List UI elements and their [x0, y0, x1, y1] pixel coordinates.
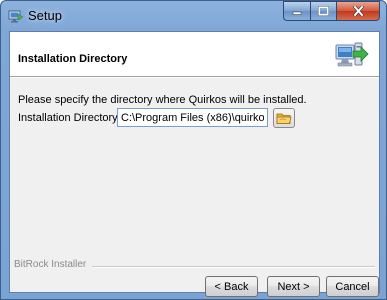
- directory-input[interactable]: [117, 108, 268, 127]
- caption-buttons: [283, 1, 380, 21]
- page-title: Installation Directory: [18, 53, 128, 65]
- cancel-button[interactable]: Cancel: [326, 276, 379, 297]
- minimize-button[interactable]: [283, 1, 310, 21]
- window-title: Setup: [28, 8, 62, 23]
- dialog-client-area: Installation Directory Please specify th…: [9, 31, 380, 297]
- directory-label: Installation Directory: [18, 112, 118, 124]
- footer-divider-highlight: [92, 267, 375, 268]
- close-icon: [352, 6, 364, 16]
- title-bar[interactable]: Setup: [1, 1, 386, 31]
- maximize-icon: [318, 6, 329, 16]
- installer-brand-label: BitRock Installer: [14, 259, 87, 270]
- minimize-icon: [292, 11, 302, 15]
- computer-install-icon: [333, 39, 369, 71]
- header-band: Installation Directory: [10, 32, 379, 76]
- maximize-button[interactable]: [310, 1, 336, 21]
- next-button[interactable]: Next >: [267, 276, 320, 297]
- close-button[interactable]: [336, 1, 380, 21]
- description-text: Please specify the directory where Quirk…: [18, 94, 307, 106]
- browse-button[interactable]: [273, 108, 295, 128]
- setup-window: Setup Installation Directory Please spec…: [0, 0, 387, 300]
- back-button[interactable]: < Back: [205, 276, 258, 297]
- content-panel: Please specify the directory where Quirk…: [10, 78, 379, 297]
- folder-icon: [276, 113, 292, 124]
- setup-icon: [8, 8, 24, 24]
